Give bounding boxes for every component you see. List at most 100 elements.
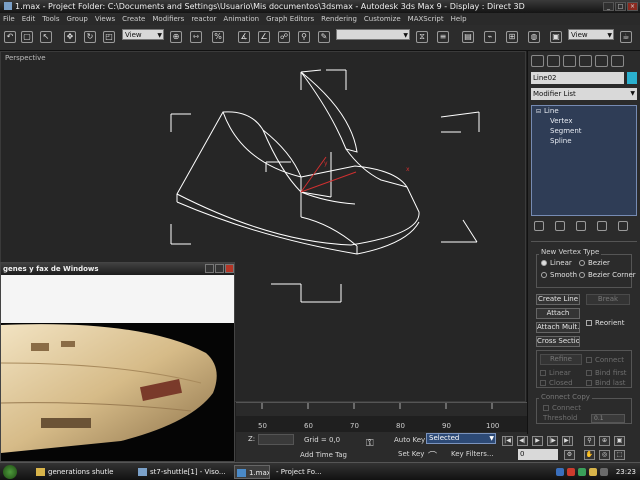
key-selection-dropdown[interactable]: Selected ▼ — [426, 433, 496, 444]
tray-network-icon[interactable] — [556, 468, 564, 476]
taskbar-item-3dsmax[interactable]: 1.max — [234, 465, 270, 479]
menu-rendering[interactable]: Rendering — [321, 13, 357, 25]
curve-editor-icon[interactable]: ⌁ — [484, 31, 496, 43]
previous-frame-icon[interactable]: ◀| — [517, 436, 528, 446]
bind-last-checkbox[interactable]: Bind last — [586, 379, 625, 387]
play-icon[interactable]: ▶ — [532, 436, 543, 446]
stack-item-line[interactable]: Line — [532, 106, 636, 116]
render-setup-icon[interactable]: ▣ — [550, 31, 562, 43]
scale-icon[interactable]: ◰ — [103, 31, 115, 43]
z-coordinate-field[interactable] — [258, 434, 294, 445]
threshold-spinner[interactable]: 0.1 — [591, 414, 625, 423]
move-icon[interactable]: ✥ — [64, 31, 76, 43]
stack-item-vertex[interactable]: Vertex — [532, 116, 636, 126]
refine-button[interactable]: Refine — [540, 354, 582, 365]
bind-first-checkbox[interactable]: Bind first — [586, 369, 627, 377]
stack-item-spline[interactable]: Spline — [532, 136, 636, 146]
configure-sets-icon[interactable] — [618, 221, 628, 231]
utilities-tab-icon[interactable] — [611, 55, 624, 67]
viewer-maximize-button[interactable] — [215, 264, 224, 273]
zoom-extents-icon[interactable]: ▣ — [614, 436, 625, 446]
select-region-icon[interactable]: ▢ — [21, 31, 33, 43]
create-tab-icon[interactable] — [531, 55, 544, 67]
menu-maxscript[interactable]: MAXScript — [408, 13, 444, 25]
menu-modifiers[interactable]: Modifiers — [152, 13, 184, 25]
named-selection-set-field[interactable]: ▼ — [336, 29, 410, 40]
menu-views[interactable]: Views — [95, 13, 115, 25]
stack-item-segment[interactable]: Segment — [532, 126, 636, 136]
make-unique-icon[interactable] — [576, 221, 586, 231]
break-button[interactable]: Break — [586, 294, 630, 305]
key-filters-button[interactable]: Key Filters... — [451, 450, 494, 458]
cross-section-button[interactable]: Cross Section — [536, 336, 580, 347]
tray-app-icon[interactable] — [578, 468, 586, 476]
connect-copy-checkbox[interactable]: Connect — [543, 404, 581, 412]
linear-checkbox[interactable]: Linear — [540, 369, 571, 377]
tray-misc-icon[interactable] — [600, 468, 608, 476]
tray-antivirus-icon[interactable] — [567, 468, 575, 476]
menu-animation[interactable]: Animation — [223, 13, 259, 25]
connect-checkbox[interactable]: Connect — [586, 356, 624, 364]
undo-icon[interactable]: ↶ — [4, 31, 16, 43]
object-color-swatch[interactable] — [627, 72, 637, 84]
set-key-button[interactable]: Set Key — [398, 450, 424, 458]
snap-icon[interactable]: % — [212, 31, 224, 43]
viewer-close-button[interactable] — [225, 264, 234, 273]
create-line-button[interactable]: Create Line — [536, 294, 580, 305]
radio-linear[interactable]: Linear — [541, 259, 572, 267]
object-name-field[interactable]: Line02 — [531, 72, 624, 84]
modify-tab-icon[interactable] — [547, 55, 560, 67]
menu-reactor[interactable]: reactor — [191, 13, 216, 25]
motion-tab-icon[interactable] — [579, 55, 592, 67]
align-icon[interactable]: ≡ — [437, 31, 449, 43]
maximize-button[interactable]: □ — [615, 2, 626, 11]
hierarchy-tab-icon[interactable] — [563, 55, 576, 67]
modifier-list-dropdown[interactable]: Modifier List ▼ — [531, 88, 637, 100]
menu-help[interactable]: Help — [451, 13, 467, 25]
remove-modifier-icon[interactable] — [597, 221, 607, 231]
attach-button[interactable]: Attach — [536, 308, 580, 319]
menu-edit[interactable]: Edit — [22, 13, 36, 25]
pivot-icon[interactable]: ⊕ — [170, 31, 182, 43]
time-config-icon[interactable]: ⚙ — [564, 450, 575, 460]
timeline-ruler[interactable] — [236, 402, 527, 416]
taskbar-item-project-folder[interactable]: - Project Fo... — [272, 465, 332, 479]
key-mode-icon[interactable]: ⚿ — [366, 438, 374, 449]
orbit-icon[interactable]: ◎ — [599, 450, 610, 460]
menu-group[interactable]: Group — [67, 13, 88, 25]
quick-render-icon[interactable]: ☕ — [620, 31, 632, 43]
schematic-view-icon[interactable]: ⊞ — [506, 31, 518, 43]
pan-icon[interactable]: ✋ — [584, 450, 595, 460]
go-to-start-icon[interactable]: |◀ — [502, 436, 513, 446]
menu-tools[interactable]: Tools — [42, 13, 59, 25]
menu-graph-editors[interactable]: Graph Editors — [266, 13, 314, 25]
radio-bezier-corner[interactable]: Bezier Corner — [579, 271, 636, 279]
maximize-viewport-icon[interactable]: ⬚ — [614, 450, 625, 460]
spinner-snap-icon[interactable]: ⚲ — [298, 31, 310, 43]
taskbar-item-image-viewer[interactable]: st7-shuttle[1] - Viso... — [136, 465, 228, 479]
angle-snap-icon[interactable]: ∠ — [258, 31, 270, 43]
minimize-button[interactable]: _ — [603, 2, 614, 11]
image-viewer-window[interactable]: genes y fax de Windows — [0, 262, 235, 462]
named-selection-icon[interactable]: ✎ — [318, 31, 330, 43]
add-time-tag-button[interactable]: Add Time Tag — [300, 451, 347, 459]
next-frame-icon[interactable]: |▶ — [547, 436, 558, 446]
rotate-icon[interactable]: ↻ — [84, 31, 96, 43]
menu-file[interactable]: File — [3, 13, 15, 25]
reorient-checkbox[interactable]: Reorient — [586, 319, 624, 327]
snaps-toggle-icon[interactable]: ∡ — [238, 31, 250, 43]
key-tangent-icon[interactable]: ⌒ — [428, 449, 437, 462]
layer-manager-icon[interactable]: ▤ — [462, 31, 474, 43]
show-end-result-icon[interactable] — [555, 221, 565, 231]
percent-snap-icon[interactable]: ☍ — [278, 31, 290, 43]
menu-customize[interactable]: Customize — [364, 13, 401, 25]
close-button[interactable]: × — [627, 2, 638, 11]
tray-volume-icon[interactable] — [589, 468, 597, 476]
mirror-icon[interactable]: ⇿ — [190, 31, 202, 43]
start-button[interactable] — [3, 465, 17, 479]
mirror-tool-icon[interactable]: ⧖ — [416, 31, 428, 43]
pin-stack-icon[interactable] — [534, 221, 544, 231]
display-tab-icon[interactable] — [595, 55, 608, 67]
zoom-all-icon[interactable]: ⊕ — [599, 436, 610, 446]
viewer-minimize-button[interactable] — [205, 264, 214, 273]
